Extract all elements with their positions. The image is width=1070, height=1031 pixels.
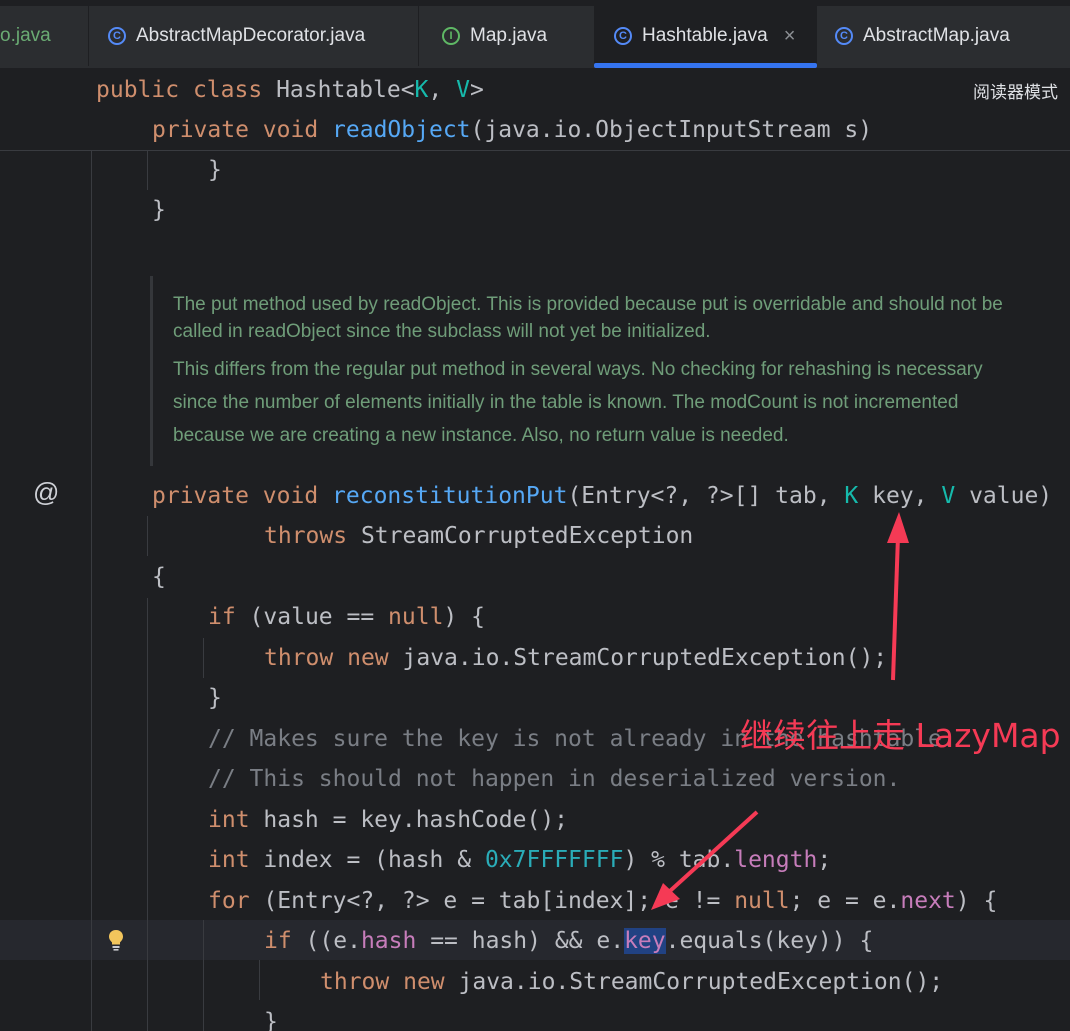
annotation-arrow-up <box>887 512 909 681</box>
tab-label: o.java <box>0 25 51 46</box>
tab-label: AbstractMapDecorator.java <box>136 25 366 46</box>
reader-mode-button[interactable]: 阅读器模式 <box>973 78 1058 103</box>
sticky-scroll-header[interactable]: public class Hashtable<K, V> 阅读器模式 priva… <box>0 68 1070 151</box>
punct: , <box>428 77 457 103</box>
tab-divider <box>418 6 419 66</box>
tab-label: Map.java <box>470 25 548 46</box>
interface-icon: I <box>442 27 460 45</box>
tab-label: Hashtable.java <box>642 25 768 46</box>
tab-partial-java[interactable]: o.java <box>0 6 88 66</box>
close-icon[interactable]: × <box>784 25 796 48</box>
type-param-v: V <box>456 77 470 103</box>
keyword-void: void <box>262 117 319 143</box>
tab-abstractmap[interactable]: C AbstractMap.java <box>835 6 1070 66</box>
annotation-arrow-down <box>651 810 759 910</box>
sticky-line-readobject[interactable]: private void readObject(java.io.ObjectIn… <box>152 110 872 150</box>
class-name: Hashtable <box>276 77 401 103</box>
tab-divider <box>88 6 89 66</box>
tab-abstractmapdecorator[interactable]: C AbstractMapDecorator.java <box>108 6 418 66</box>
editor-tab-bar: o.java C AbstractMapDecorator.java I Map… <box>0 0 1070 68</box>
tab-map[interactable]: I Map.java <box>442 6 592 66</box>
type-param-k: K <box>414 77 429 103</box>
class-icon: C <box>614 27 632 45</box>
sticky-line-class[interactable]: public class Hashtable<K, V> <box>96 70 484 110</box>
params: (java.io.ObjectInputStream s) <box>470 117 873 143</box>
punct: < <box>400 77 415 103</box>
tab-hashtable[interactable]: C Hashtable.java × <box>594 6 817 66</box>
keyword-class: class <box>192 77 263 103</box>
annotation-arrows <box>651 512 909 910</box>
tab-label: AbstractMap.java <box>863 25 1010 46</box>
keyword-private: private <box>152 117 249 143</box>
code-editor[interactable]: public class Hashtable<K, V> 阅读器模式 priva… <box>0 68 1070 1031</box>
keyword-public: public <box>96 77 180 103</box>
punct: > <box>469 77 484 103</box>
method-name: readObject <box>332 117 471 143</box>
class-icon: C <box>835 27 853 45</box>
class-icon: C <box>108 27 126 45</box>
